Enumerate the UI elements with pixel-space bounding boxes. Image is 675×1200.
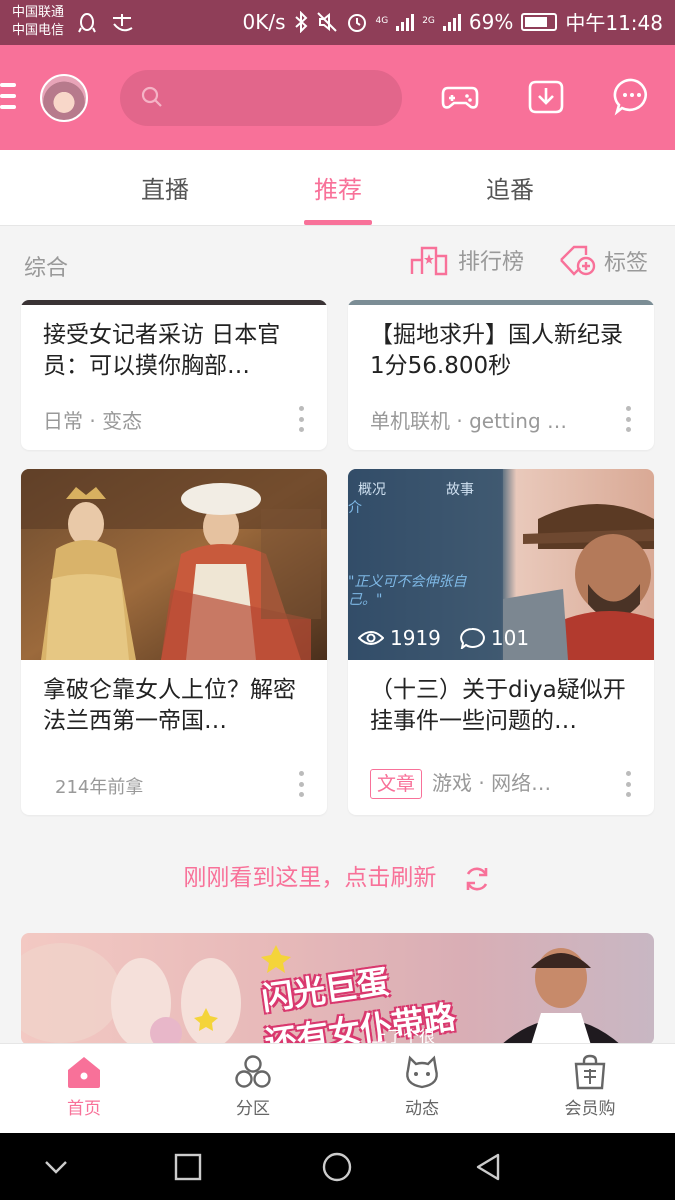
tab-live[interactable]: 直播 (105, 170, 225, 205)
status-bar: 中国联通 中国电信 0K/s 4G 2G 69% 中午11:48 (0, 0, 675, 45)
signal-icon-2 (442, 13, 461, 31)
nav-category[interactable]: 分区 (203, 1054, 303, 1119)
home-button-icon[interactable] (321, 1151, 353, 1183)
app-header (0, 45, 675, 150)
active-tab-indicator (304, 220, 372, 225)
alipay-icon (113, 13, 133, 31)
more-options-icon[interactable] (626, 406, 632, 432)
tab-recommend[interactable]: 推荐 (278, 170, 398, 205)
message-icon[interactable] (612, 76, 652, 116)
overlay-tab-overview: 概况 (358, 482, 386, 498)
article-card[interactable]: 概况 故事 介 "正义可不会伸张自 己。" 1919 101 （十三）关于diy… (348, 469, 654, 815)
download-icon[interactable] (526, 76, 566, 116)
shopping-bag-icon (574, 1054, 606, 1090)
thumbnail-edge (21, 300, 327, 305)
overlay-tab-story: 故事 (446, 482, 474, 498)
search-icon (141, 86, 162, 107)
battery-percent: 69% (468, 9, 514, 34)
ranking-link[interactable]: 排行榜 (410, 244, 524, 276)
status-indicators: 0K/s 4G 2G 69% 中午11:48 (243, 7, 664, 36)
overlay-quote-2: 己。" (348, 592, 383, 608)
dynamics-icon (406, 1055, 438, 1089)
card-title: 接受女记者采访 日本官员：可以摸你胸部… (43, 322, 281, 379)
card-meta-text: 游戏 · 网络… (432, 771, 552, 795)
bluetooth-icon (294, 10, 307, 33)
back-icon[interactable] (472, 1151, 504, 1183)
section-title: 综合 (24, 256, 69, 281)
carrier-2: 中国电信 (12, 23, 65, 38)
signal-icon-1 (396, 13, 415, 31)
promo-banner[interactable]: 闪光巨蛋 还有女仆带路 上了个很 (21, 933, 654, 1045)
video-thumbnail (21, 469, 327, 660)
battery-icon (521, 12, 558, 31)
nav-dynamics[interactable]: 动态 (372, 1054, 472, 1119)
video-card[interactable]: 拿破仑靠女人上位？解密法兰西第一帝国… 214年前拿 (21, 469, 327, 815)
banner-subtitle: 上了个很 (371, 1027, 436, 1045)
more-options-icon[interactable] (299, 771, 305, 797)
hide-keyboard-icon[interactable] (40, 1151, 72, 1183)
tag-icon (560, 245, 596, 276)
video-card[interactable]: 接受女记者采访 日本官员：可以摸你胸部… 日常 · 变态 (21, 300, 327, 450)
mute-icon (316, 11, 337, 32)
nav-home-label: 首页 (67, 1099, 101, 1119)
system-navigation-bar (0, 1133, 675, 1200)
painting-image (21, 469, 327, 660)
menu-icon[interactable] (0, 83, 16, 109)
avatar[interactable] (40, 74, 88, 122)
carrier-1: 中国联通 (12, 5, 65, 20)
search-input[interactable] (120, 70, 402, 126)
tab-bangumi[interactable]: 追番 (450, 170, 570, 205)
top-tabs: 直播 推荐 追番 (0, 150, 675, 226)
comment-icon (460, 627, 485, 649)
more-options-icon[interactable] (299, 406, 305, 432)
network-2g: 2G (422, 16, 435, 26)
refresh-prompt[interactable]: 刚刚看到这里，点击刷新 (0, 858, 675, 894)
article-badge: 文章 (370, 769, 423, 799)
view-icon (358, 631, 384, 645)
nav-shop-label: 会员购 (564, 1099, 616, 1119)
thumbnail-edge (348, 300, 654, 305)
qq-penguin-icon (78, 12, 96, 32)
notification-icons (76, 9, 134, 34)
bottom-nav: 首页 分区 动态 会员购 (0, 1043, 675, 1133)
overlay-intro: 介 (348, 500, 362, 516)
network-4g: 4G (375, 16, 389, 26)
carrier-info: 中国联通 中国电信 (12, 4, 64, 40)
category-icon (235, 1055, 271, 1088)
more-options-icon[interactable] (626, 771, 632, 797)
refresh-icon (466, 867, 487, 890)
card-title: 拿破仑靠女人上位？解密法兰西第一帝国… (43, 677, 296, 734)
overlay-quote: "正义可不会伸张自 (348, 574, 467, 590)
nav-home[interactable]: 首页 (34, 1054, 134, 1119)
card-meta: 文章 游戏 · 网络… (370, 767, 551, 799)
article-stats: 1919 101 (358, 626, 529, 650)
tags-link[interactable]: 标签 (558, 244, 648, 278)
game-controller-icon[interactable] (440, 76, 480, 116)
video-card[interactable]: 【掘地求升】国人新纪录 1分56.800秒 单机联机 · getting … (348, 300, 654, 450)
nav-category-label: 分区 (236, 1099, 270, 1119)
ranking-label: 排行榜 (458, 250, 525, 275)
comment-count: 101 (490, 626, 530, 650)
nav-shop[interactable]: 会员购 (540, 1054, 640, 1119)
alarm-icon (347, 13, 366, 32)
refresh-label: 刚刚看到这里，点击刷新 (183, 865, 437, 891)
home-icon (68, 1057, 100, 1088)
article-thumbnail: 概况 故事 介 "正义可不会伸张自 己。" 1919 101 (348, 469, 654, 660)
view-count: 1919 (390, 626, 441, 650)
card-meta: 214年前拿 (55, 777, 144, 798)
nav-dynamics-label: 动态 (405, 1099, 439, 1119)
card-title: （十三）关于diya疑似开挂事件一些问题的… (370, 677, 626, 734)
net-speed: 0K/s (242, 9, 286, 34)
card-title: 【掘地求升】国人新纪录 1分56.800秒 (370, 322, 623, 379)
ranking-icon (410, 246, 448, 276)
card-meta: 单机联机 · getting … (370, 409, 568, 433)
card-meta: 日常 · 变态 (43, 409, 143, 433)
recent-apps-icon[interactable] (172, 1151, 204, 1183)
tags-label: 标签 (604, 251, 649, 276)
clock: 中午11:48 (565, 11, 663, 35)
